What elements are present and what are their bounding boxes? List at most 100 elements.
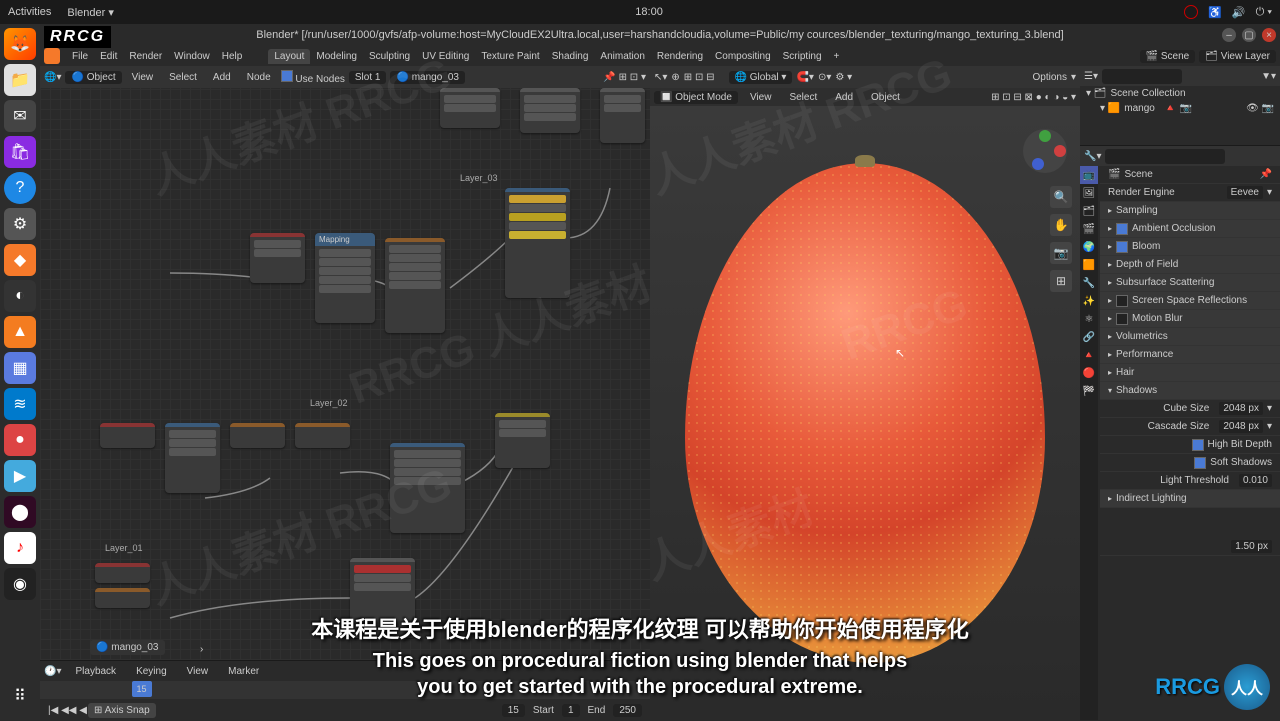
- tl-start-val[interactable]: 1: [562, 704, 580, 717]
- ws-scripting[interactable]: Scripting: [777, 49, 828, 64]
- prop-sss[interactable]: ▸ Subsurface Scattering: [1100, 274, 1280, 292]
- vp-options-chevron[interactable]: ▾: [1071, 72, 1076, 83]
- ws-compositing[interactable]: Compositing: [709, 49, 777, 64]
- node-mix-l2a[interactable]: [390, 443, 465, 533]
- blender-logo-icon[interactable]: [44, 48, 60, 64]
- tab-object[interactable]: 🟧: [1080, 256, 1098, 274]
- tl-cur-frame[interactable]: 15: [502, 704, 525, 717]
- slot-dd[interactable]: Slot 1: [349, 71, 387, 84]
- dock-thunderbird[interactable]: ✉: [4, 100, 36, 132]
- editor-icon[interactable]: 🌐▾: [44, 72, 61, 83]
- prop-volumetrics[interactable]: ▸ Volumetrics: [1100, 328, 1280, 346]
- dock-settings[interactable]: ⚙: [4, 208, 36, 240]
- prop-softshadows[interactable]: Soft Shadows: [1100, 454, 1280, 472]
- node-header-right-icons[interactable]: 📌 ⊞ ⊡ ▾: [603, 72, 646, 83]
- nh-node[interactable]: Node: [241, 72, 277, 83]
- timeline-track[interactable]: 15: [40, 681, 650, 699]
- ws-animation[interactable]: Animation: [594, 49, 650, 64]
- prop-light-threshold[interactable]: Light Threshold0.010: [1100, 472, 1280, 490]
- power-icon[interactable]: ⏻ ▾: [1256, 6, 1272, 19]
- dock-app2[interactable]: ▦: [4, 352, 36, 384]
- minimize-button[interactable]: –: [1222, 28, 1236, 42]
- node-input-l1a[interactable]: [95, 563, 150, 583]
- dock-app1[interactable]: ◐: [4, 280, 36, 312]
- node-generic-3[interactable]: [600, 88, 645, 143]
- menu-render[interactable]: Render: [123, 51, 168, 62]
- tab-world[interactable]: 🌍: [1080, 238, 1098, 256]
- activities-label[interactable]: Activities: [8, 6, 51, 19]
- node-generic-1[interactable]: [440, 88, 500, 128]
- dock-vscode[interactable]: ≋: [4, 388, 36, 420]
- camera-icon[interactable]: 📷: [1050, 242, 1072, 264]
- viewlayer-dropdown[interactable]: 🗂 View Layer: [1199, 50, 1276, 63]
- dock-files[interactable]: 📁: [4, 64, 36, 96]
- menu-file[interactable]: File: [66, 51, 94, 62]
- nh-select[interactable]: Select: [163, 72, 203, 83]
- dock-app4[interactable]: ▶: [4, 460, 36, 492]
- nh-add[interactable]: Add: [207, 72, 237, 83]
- tl-end-val[interactable]: 250: [613, 704, 642, 717]
- tl-marker[interactable]: Marker: [222, 666, 265, 677]
- node-input-l1b[interactable]: [95, 588, 150, 608]
- prop-render-engine[interactable]: Render EngineEevee ▾: [1100, 184, 1280, 202]
- shader-type-dd[interactable]: 🔵 Object: [65, 71, 121, 84]
- viewport-3d[interactable]: 🔍 ✋ 📷 ⊞ ↖: [650, 106, 1080, 720]
- outliner-icon[interactable]: ☰▾: [1084, 71, 1098, 82]
- dock-music[interactable]: ♪: [4, 532, 36, 564]
- outliner-filter-icon[interactable]: ▼▾: [1261, 71, 1276, 82]
- prop-ao[interactable]: ▸ Ambient Occlusion: [1100, 220, 1280, 238]
- vp-snap-icon[interactable]: 🧲▾: [796, 72, 813, 83]
- tab-output[interactable]: 🖼: [1080, 184, 1098, 202]
- tab-scene[interactable]: 🎬: [1080, 220, 1098, 238]
- prop-shadows[interactable]: ▾ Shadows: [1100, 382, 1280, 400]
- dock-obs[interactable]: ◉: [4, 568, 36, 600]
- ws-sculpting[interactable]: Sculpting: [363, 49, 416, 64]
- material-dd[interactable]: 🔵 mango_03: [390, 71, 465, 84]
- dock-software[interactable]: 🛍: [4, 136, 36, 168]
- prop-viewport-px[interactable]: 1.50 px: [1100, 538, 1280, 556]
- timeline-cursor[interactable]: 15: [132, 681, 152, 697]
- dock-help[interactable]: ?: [4, 172, 36, 204]
- tab-physics[interactable]: ⚛: [1080, 310, 1098, 328]
- clock[interactable]: 18:00: [114, 6, 1184, 18]
- vp-shading-icons[interactable]: ⊞ ⊡ ⊟ ⊠ ● ◐ ◑ ◒ ▾: [991, 92, 1076, 103]
- tab-constraint[interactable]: 🔗: [1080, 328, 1098, 346]
- use-nodes-check[interactable]: Use Nodes: [281, 70, 345, 85]
- node-canvas[interactable]: Layer_03 Mapping Layer_02 Layer_01: [40, 88, 650, 660]
- node-generic-2[interactable]: [520, 88, 580, 133]
- node-input-l2[interactable]: [100, 423, 155, 448]
- tl-keying[interactable]: Keying: [130, 666, 173, 677]
- maximize-button[interactable]: ▢: [1242, 28, 1256, 42]
- node-mix-l2b[interactable]: [495, 413, 550, 468]
- tab-render[interactable]: 📺: [1080, 166, 1098, 184]
- tab-material[interactable]: 🔴: [1080, 364, 1098, 382]
- prop-dof[interactable]: ▸ Depth of Field: [1100, 256, 1280, 274]
- outliner-collection[interactable]: ▾ 🗂 Scene Collection: [1080, 86, 1280, 101]
- dock-vlc[interactable]: ▲: [4, 316, 36, 348]
- node-mapping-l3[interactable]: Mapping: [315, 233, 375, 323]
- prop-performance[interactable]: ▸ Performance: [1100, 346, 1280, 364]
- vp-proportional-icon[interactable]: ⊙▾: [818, 72, 831, 83]
- tl-playback[interactable]: Playback: [69, 666, 122, 677]
- close-button[interactable]: ×: [1262, 28, 1276, 42]
- node-colorramp-l1[interactable]: [350, 558, 415, 638]
- vp-options[interactable]: Options: [1033, 72, 1067, 83]
- prop-ssr[interactable]: ▸ Screen Space Reflections: [1100, 292, 1280, 310]
- node-material-breadcrumb[interactable]: 🔵 mango_03: [90, 640, 165, 655]
- prop-bloom[interactable]: ▸ Bloom: [1100, 238, 1280, 256]
- zoom-icon[interactable]: 🔍: [1050, 186, 1072, 208]
- node-noise-l3[interactable]: [385, 238, 445, 333]
- prop-scene-row[interactable]: 🎬 Scene📌: [1100, 166, 1280, 184]
- vh-object[interactable]: Object: [865, 92, 906, 103]
- dock-firefox[interactable]: 🦊: [4, 28, 36, 60]
- tab-data[interactable]: 🔺: [1080, 346, 1098, 364]
- prop-hair[interactable]: ▸ Hair: [1100, 364, 1280, 382]
- ws-rendering[interactable]: Rendering: [651, 49, 709, 64]
- node-tex-l2b[interactable]: [295, 423, 350, 448]
- node-colorramp-l3[interactable]: [250, 233, 305, 283]
- vp-cursor-icon[interactable]: ⊕: [671, 72, 679, 83]
- pan-icon[interactable]: ✋: [1050, 214, 1072, 236]
- navigation-gizmo[interactable]: [1020, 126, 1070, 176]
- tl-view[interactable]: View: [181, 666, 215, 677]
- ws-add[interactable]: +: [828, 49, 846, 64]
